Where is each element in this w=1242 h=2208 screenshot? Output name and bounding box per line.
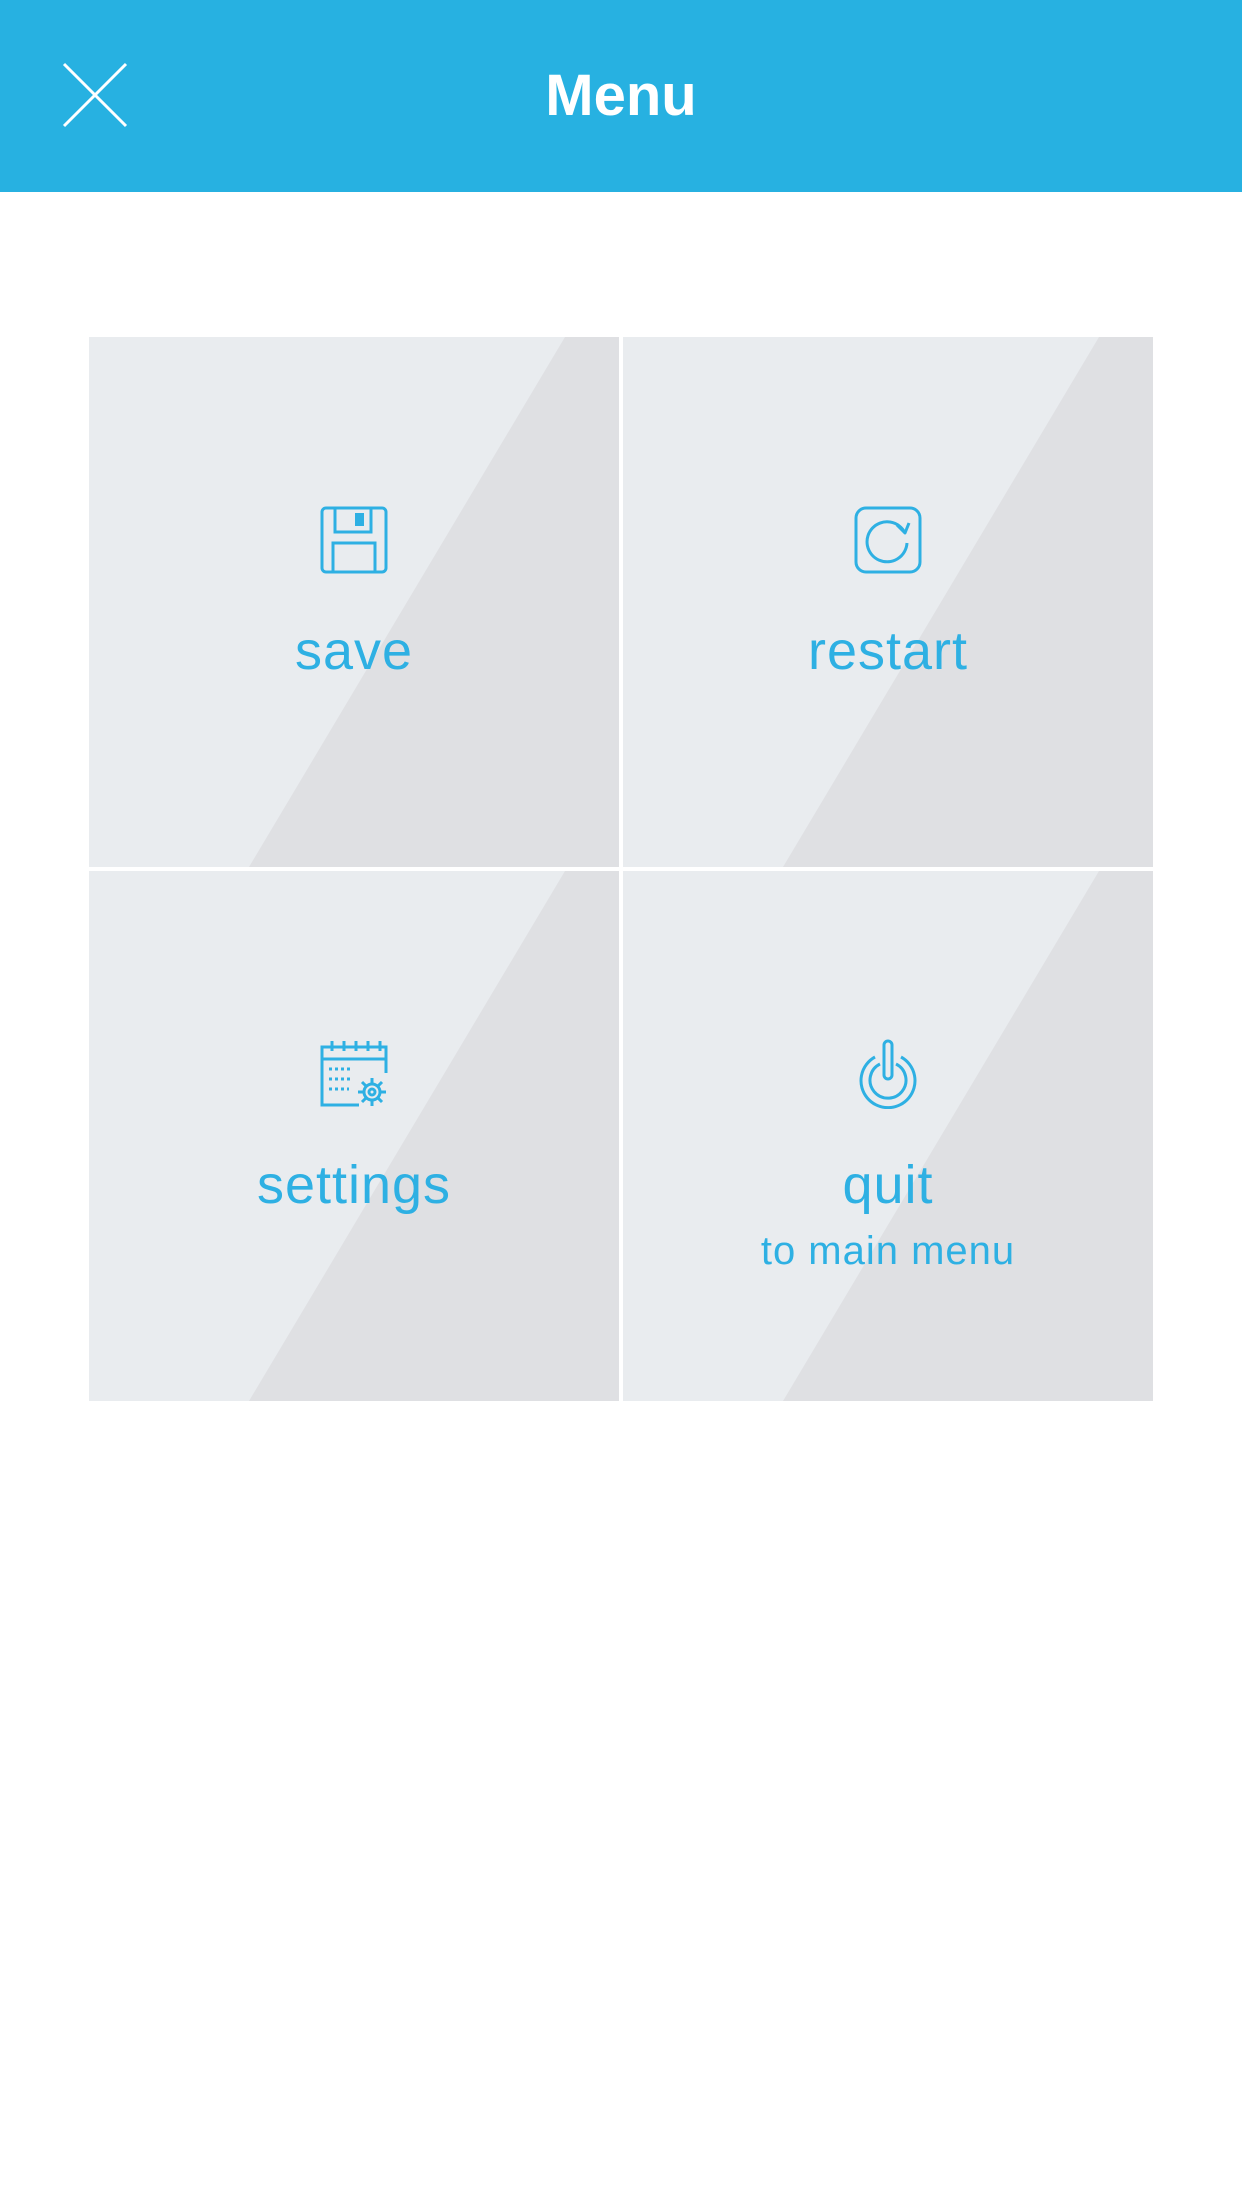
page-title: Menu bbox=[545, 63, 697, 128]
power-icon bbox=[853, 1039, 923, 1109]
quit-label: quit bbox=[842, 1155, 934, 1215]
settings-label: settings bbox=[256, 1155, 452, 1215]
tile-shade bbox=[783, 871, 1153, 1401]
header-bar: Menu bbox=[0, 0, 1242, 192]
restart-label: restart bbox=[807, 621, 969, 681]
settings-button[interactable]: settings bbox=[89, 871, 619, 1401]
calendar-gear-icon bbox=[319, 1039, 389, 1109]
save-label: save bbox=[294, 621, 414, 681]
tile-shade bbox=[783, 337, 1153, 867]
close-button[interactable] bbox=[50, 50, 140, 140]
restart-icon bbox=[853, 505, 923, 575]
restart-button[interactable]: restart bbox=[623, 337, 1153, 867]
quit-sublabel: to main menu bbox=[760, 1229, 1016, 1273]
tile-shade bbox=[249, 337, 619, 867]
floppy-disk-icon bbox=[319, 505, 389, 575]
quit-button[interactable]: quit to main menu bbox=[623, 871, 1153, 1401]
menu-grid: save restart settings quit to main menu bbox=[89, 337, 1153, 1401]
save-button[interactable]: save bbox=[89, 337, 619, 867]
tile-shade bbox=[249, 871, 619, 1401]
close-icon bbox=[50, 50, 140, 140]
